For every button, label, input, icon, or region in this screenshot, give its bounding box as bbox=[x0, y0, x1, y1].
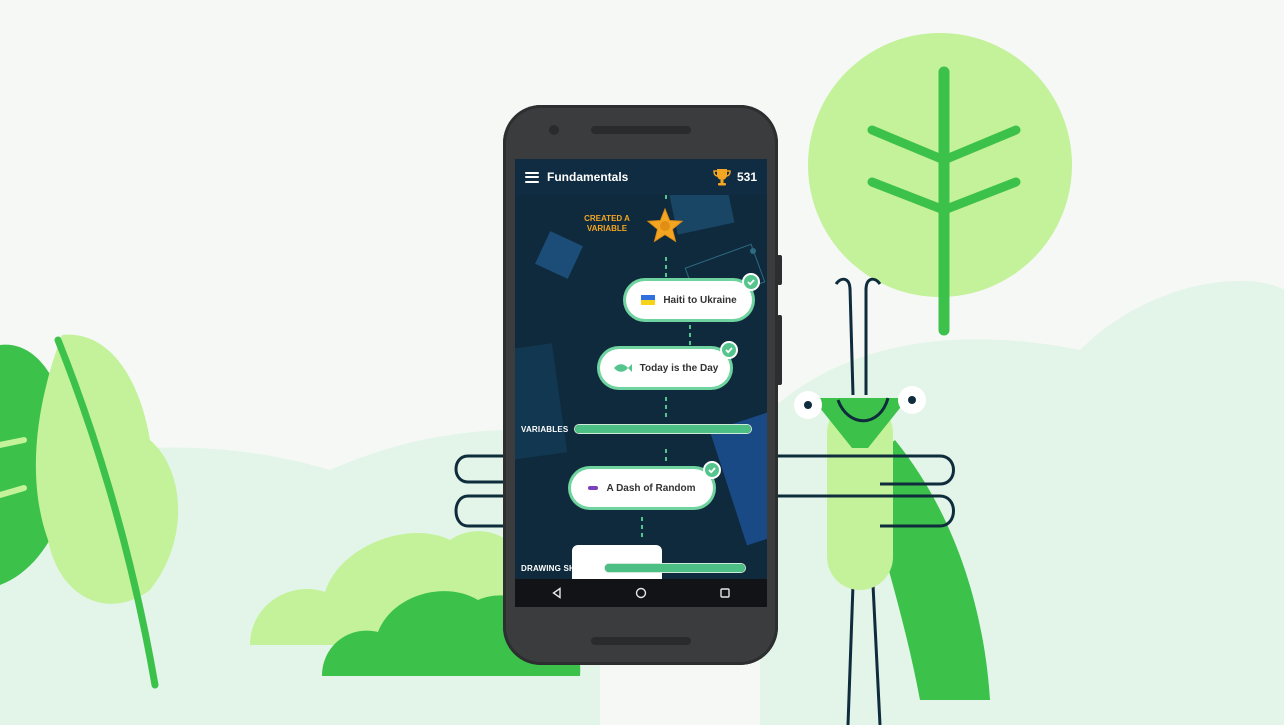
android-navigation-bar bbox=[515, 579, 767, 607]
section-progress-fill bbox=[604, 564, 745, 572]
lesson-label: Today is the Day bbox=[639, 362, 719, 374]
flag-icon bbox=[641, 295, 656, 305]
section-variables: VARIABLES bbox=[521, 422, 753, 436]
power-button bbox=[777, 255, 782, 285]
lesson-label: A Dash of Random bbox=[606, 482, 696, 494]
score-value: 531 bbox=[736, 170, 757, 184]
app-bar: Fundamentals 531 bbox=[515, 159, 767, 195]
trophy-icon bbox=[713, 169, 731, 186]
menu-icon[interactable] bbox=[525, 171, 539, 183]
app-title: Fundamentals bbox=[547, 170, 629, 184]
section-label: VARIABLES bbox=[521, 424, 569, 434]
dash-icon bbox=[588, 486, 599, 490]
phone-screen: Fundamentals 531 CREATED A VARIABLE Hait… bbox=[515, 159, 767, 607]
achievement-line-2: VARIABLE bbox=[586, 224, 628, 233]
fish-icon bbox=[613, 364, 632, 372]
section-progress-bar bbox=[574, 424, 753, 434]
tree-illustration bbox=[808, 33, 1072, 336]
section-label: DRAWING SHAPES bbox=[521, 563, 598, 573]
speaker-grille-bottom bbox=[591, 637, 691, 645]
achievement-line-1: CREATED A bbox=[584, 214, 630, 223]
phone-device: Fundamentals 531 CREATED A VARIABLE Hait… bbox=[503, 105, 782, 665]
check-icon bbox=[703, 461, 721, 479]
volume-button bbox=[777, 315, 782, 385]
back-icon[interactable] bbox=[542, 579, 572, 607]
score-display[interactable]: 531 bbox=[712, 167, 757, 187]
lesson-card-a-dash-of-random[interactable]: A Dash of Random bbox=[571, 461, 721, 507]
section-progress-fill bbox=[575, 425, 752, 433]
achievement-label: CREATED A VARIABLE bbox=[567, 214, 647, 234]
speaker-grille-top bbox=[591, 126, 691, 134]
home-icon[interactable] bbox=[626, 579, 656, 607]
lesson-card-today-is-the-day[interactable]: Today is the Day bbox=[600, 341, 738, 387]
section-progress-bar bbox=[603, 563, 746, 573]
section-drawing-shapes: DRAWING SHAPES bbox=[521, 561, 746, 575]
lesson-card-haiti-to-ukraine[interactable]: Haiti to Ukraine bbox=[626, 273, 760, 319]
star-icon[interactable] bbox=[646, 207, 684, 245]
lesson-label: Haiti to Ukraine bbox=[663, 294, 737, 306]
check-icon bbox=[742, 273, 760, 291]
check-icon bbox=[720, 341, 738, 359]
front-camera bbox=[549, 125, 559, 135]
recents-icon[interactable] bbox=[710, 579, 740, 607]
